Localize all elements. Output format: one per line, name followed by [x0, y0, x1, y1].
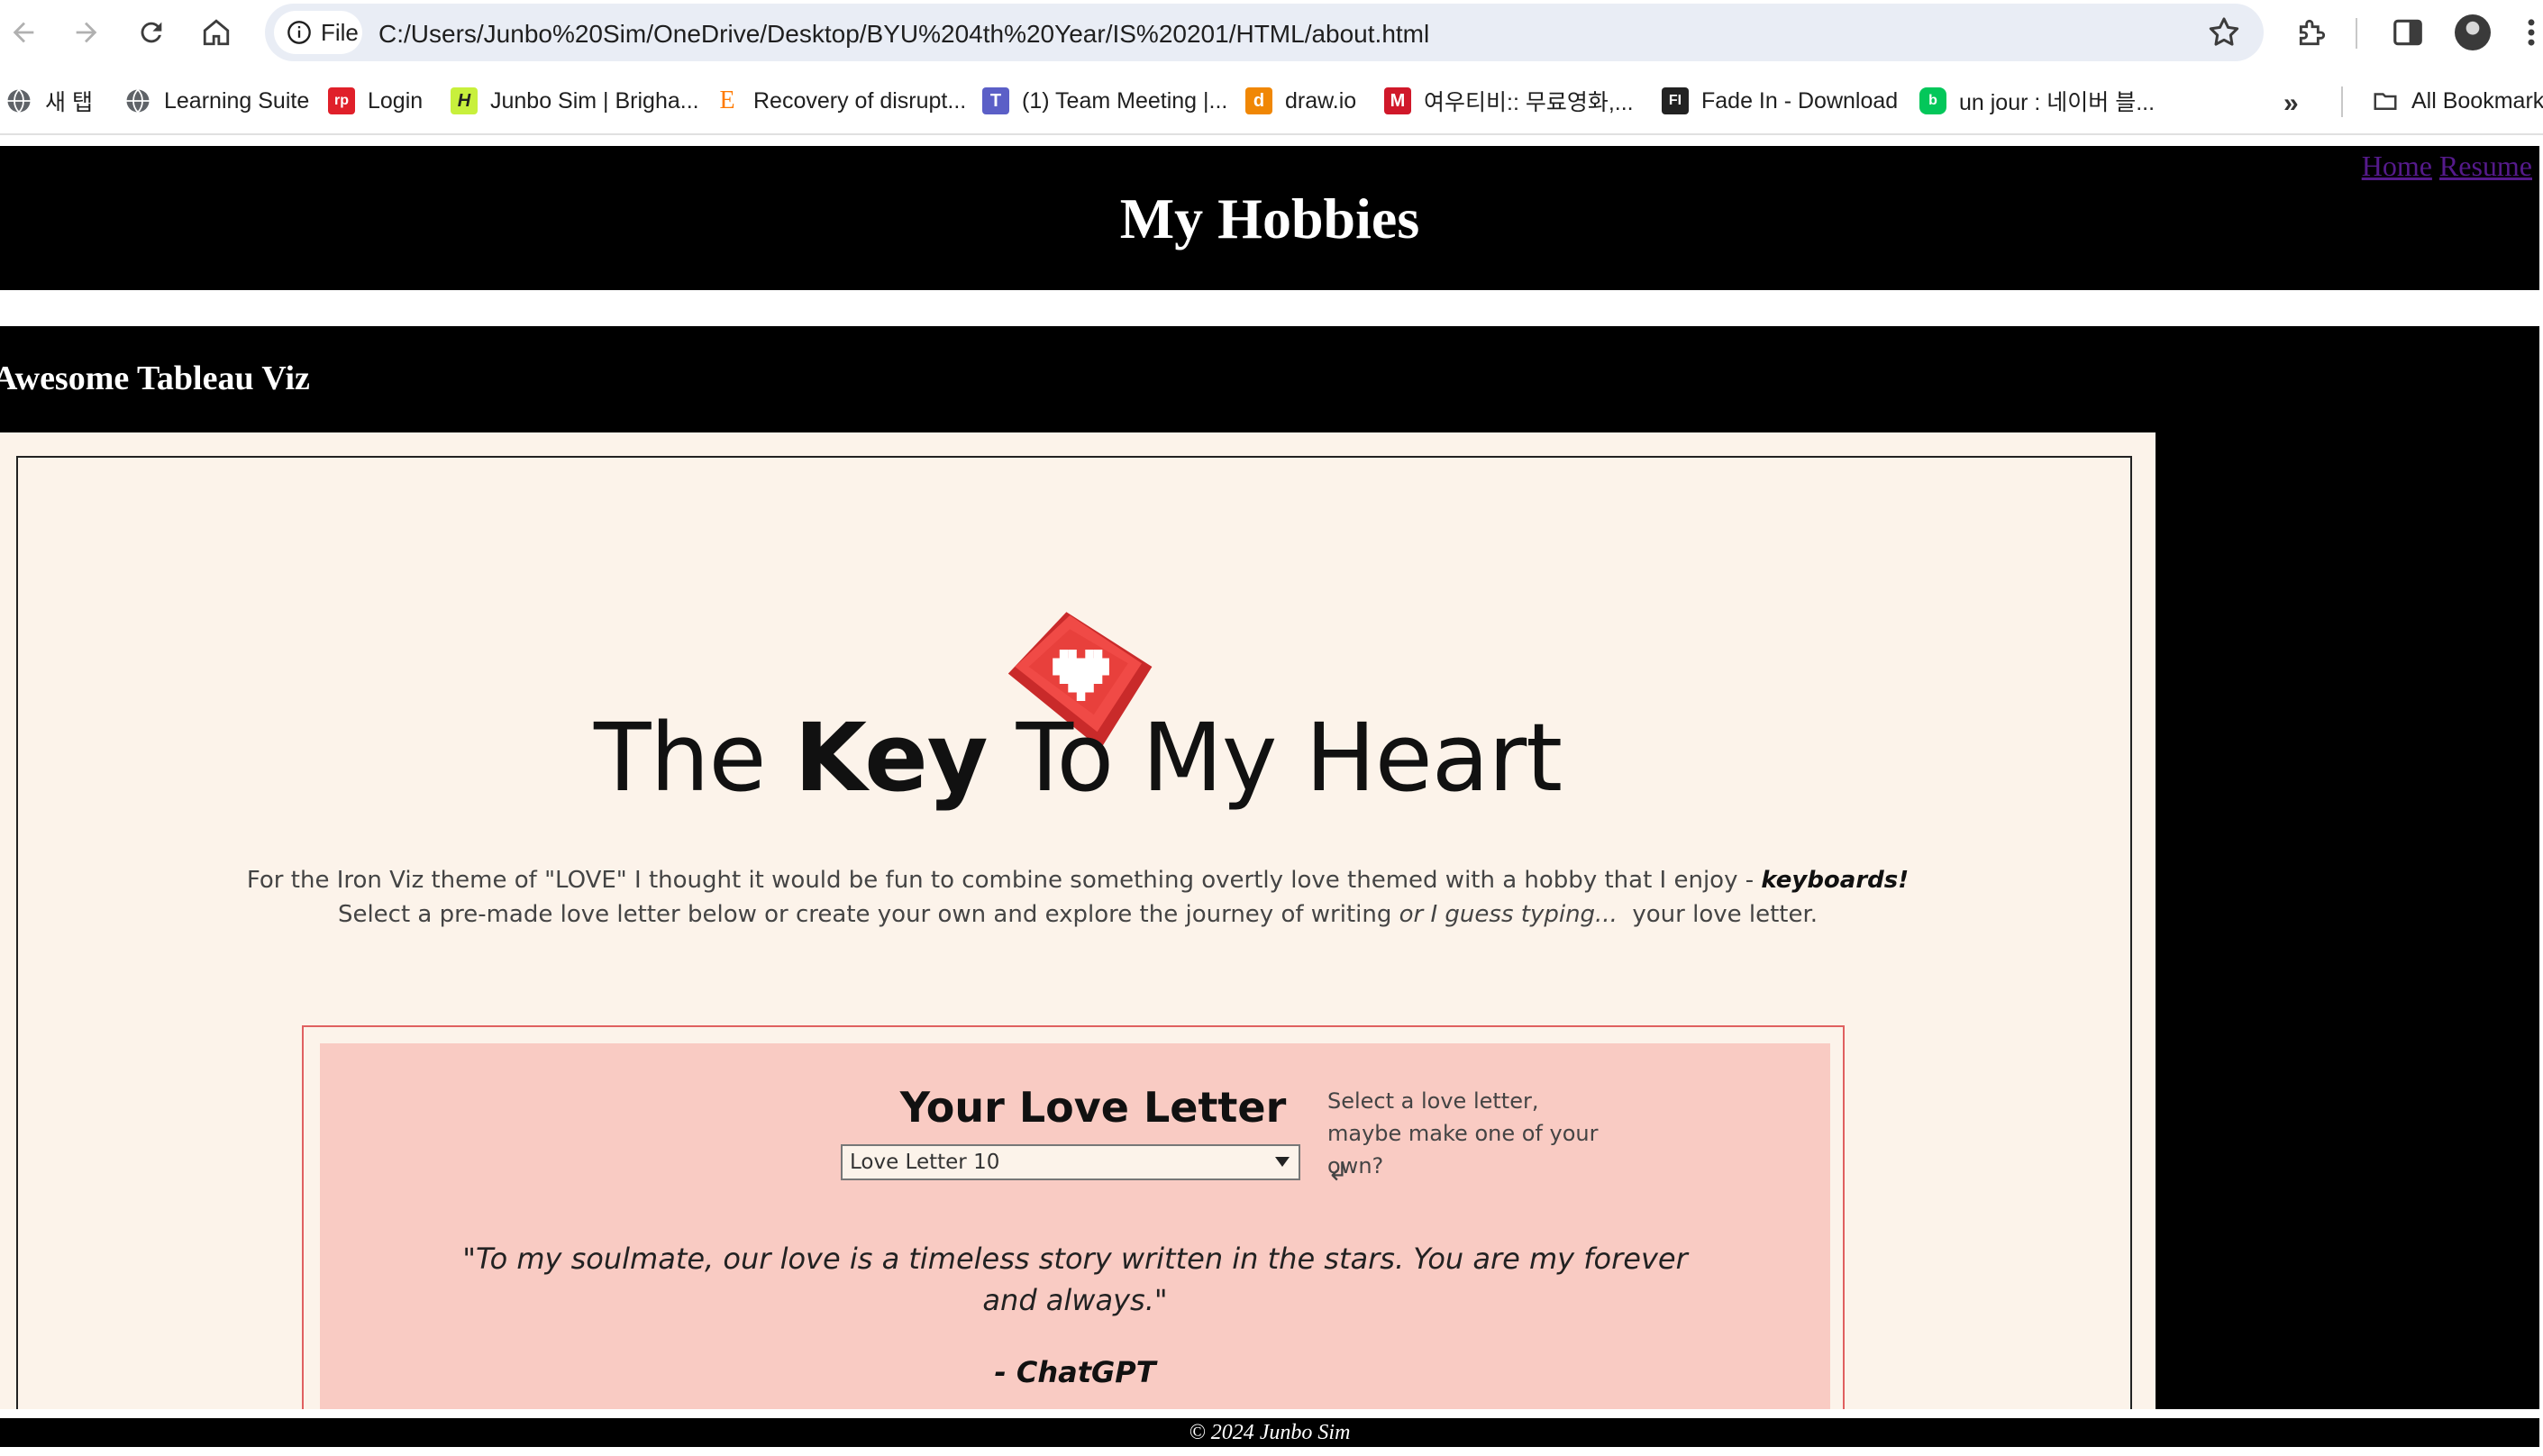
arrow-right-icon [76, 22, 97, 43]
select-value: Love Letter 10 [850, 1151, 1000, 1174]
love-letter-panel: Your Love Letter Love Letter 10 Select a… [302, 1025, 1845, 1409]
puzzle-icon [2299, 19, 2326, 46]
bookmark-label: Learning Suite [164, 87, 310, 114]
site-info-chip[interactable]: File [274, 11, 362, 54]
profile-avatar[interactable] [2455, 14, 2491, 50]
bookmark-star-icon[interactable] [2206, 14, 2242, 50]
side-panel-button[interactable] [2388, 13, 2428, 52]
browser-toolbar: File C:/Users/Junbo%20Sim/OneDrive/Deskt… [0, 0, 2543, 67]
bookmark-item[interactable]: E Recovery of disrupt... [714, 83, 966, 119]
dropdown-arrow-icon [1275, 1157, 1290, 1167]
fox-icon: M [1384, 87, 1411, 114]
heading-post: To My Heart [987, 703, 1563, 813]
home-icon [203, 19, 230, 46]
arrow-left-icon [13, 22, 34, 43]
intro-line-1: For the Iron Viz theme of "LOVE" I thoug… [0, 863, 2156, 897]
globe-icon [7, 88, 31, 114]
page-footer: © 2024 Junbo Sim [0, 1418, 2539, 1447]
teams-icon: T [982, 87, 1009, 114]
bookmark-item[interactable]: T (1) Team Meeting |... [982, 83, 1227, 119]
toolbar-divider [2356, 18, 2357, 49]
bookmark-label: 여우티비:: 무료영화,... [1424, 90, 1634, 115]
forward-button[interactable] [63, 9, 110, 56]
heading-bold: Key [794, 703, 989, 813]
bookmark-label: Junbo Sim | Brigha... [490, 87, 699, 114]
fadein-icon: FI [1662, 87, 1689, 114]
bookmark-label: Login [368, 87, 424, 114]
bookmark-item[interactable]: Learning Suite [124, 83, 309, 119]
heading-pre: The [594, 703, 795, 813]
tableau-viz-embed[interactable]: The Key To My Heart For the Iron Viz the… [0, 432, 2156, 1409]
love-letter-inner: Your Love Letter Love Letter 10 Select a… [320, 1043, 1830, 1409]
naver-blog-icon: b [1919, 87, 1946, 114]
intro-italic: or I guess typing... [1399, 901, 1618, 928]
intro-line-2: Select a pre-made love letter below or c… [0, 897, 2156, 932]
url-text[interactable]: C:/Users/Junbo%20Sim/OneDrive/Desktop/BY… [378, 20, 1429, 49]
quote-author: - ChatGPT [994, 1355, 1156, 1389]
love-letter-select[interactable]: Love Letter 10 [841, 1144, 1300, 1180]
bookmark-label: Fade In - Download [1701, 87, 1899, 114]
globe-icon [126, 88, 150, 114]
letter-hint: Select a love letter, maybe make one of … [1327, 1088, 1599, 1178]
more-bookmarks-chevron-icon[interactable]: » [2283, 88, 2299, 119]
page-header: My Hobbies Home Resume [0, 146, 2539, 290]
reload-button[interactable] [128, 9, 175, 56]
header-nav: Home Resume [2362, 150, 2532, 183]
viz-heading: The Key To My Heart [0, 703, 2156, 813]
return-arrow-icon: ↲ [1327, 1157, 1349, 1187]
tableau-section: Awesome Tableau Viz The Key To My Heart … [0, 326, 2539, 1409]
bookmark-item[interactable]: d draw.io [1245, 83, 1356, 119]
address-bar[interactable]: File C:/Users/Junbo%20Sim/OneDrive/Deskt… [265, 4, 2264, 61]
reload-icon [141, 22, 162, 43]
bookmark-item[interactable]: b un jour : 네이버 블... [1919, 83, 2155, 119]
bookmark-label: 새 탭 [45, 90, 93, 115]
section-title: Awesome Tableau Viz [0, 359, 310, 397]
resume-link[interactable]: Resume [2439, 150, 2532, 182]
bookmarks-bar: 새 탭 Learning Suite rp Login H Junbo Sim … [0, 67, 2543, 135]
bookmark-label: draw.io [1285, 87, 1357, 114]
bookmarks-divider [2341, 86, 2343, 117]
bookmark-label: (1) Team Meeting |... [1022, 87, 1228, 114]
bookmark-item[interactable]: M 여우티비:: 무료영화,... [1384, 83, 1634, 119]
home-link[interactable]: Home [2362, 150, 2432, 182]
back-button[interactable] [0, 9, 47, 56]
extensions-button[interactable] [2292, 13, 2332, 52]
kebab-menu-icon [2528, 19, 2535, 46]
bookmark-item[interactable]: rp Login [328, 83, 423, 119]
intro-text: Select a pre-made love letter below or c… [337, 901, 1399, 928]
h-icon: H [451, 87, 478, 114]
bookmark-item[interactable]: FI Fade In - Download [1662, 83, 1898, 119]
bookmark-item[interactable]: 새 탭 [5, 83, 93, 119]
intro-emphasis: keyboards! [1761, 867, 1910, 894]
site-chip-label: File [321, 18, 359, 46]
all-bookmarks-button[interactable]: All Bookmarks [2372, 83, 2543, 119]
menu-button[interactable] [2520, 13, 2543, 52]
drawio-icon: d [1245, 87, 1272, 114]
page-title: My Hobbies [1119, 187, 1420, 250]
bookmark-label: un jour : 네이버 블... [1959, 90, 2156, 115]
intro-text: your love letter. [1617, 901, 1818, 928]
love-letter-quote: "To my soulmate, our love is a timeless … [462, 1242, 1688, 1317]
all-bookmarks-label: All Bookmarks [2411, 87, 2543, 114]
viz-intro: For the Iron Viz theme of "LOVE" I thoug… [0, 863, 2156, 932]
intro-text: For the Iron Viz theme of "LOVE" I thoug… [246, 867, 1762, 894]
side-panel-icon [2393, 19, 2422, 46]
letter-title: Your Love Letter [899, 1083, 1287, 1132]
home-button[interactable] [193, 9, 240, 56]
rp-icon: rp [328, 87, 355, 114]
folder-icon [2374, 93, 2397, 110]
bookmark-label: Recovery of disrupt... [753, 87, 967, 114]
e-icon: E [719, 86, 735, 114]
info-icon [287, 21, 311, 44]
bookmark-item[interactable]: H Junbo Sim | Brigha... [451, 83, 699, 119]
